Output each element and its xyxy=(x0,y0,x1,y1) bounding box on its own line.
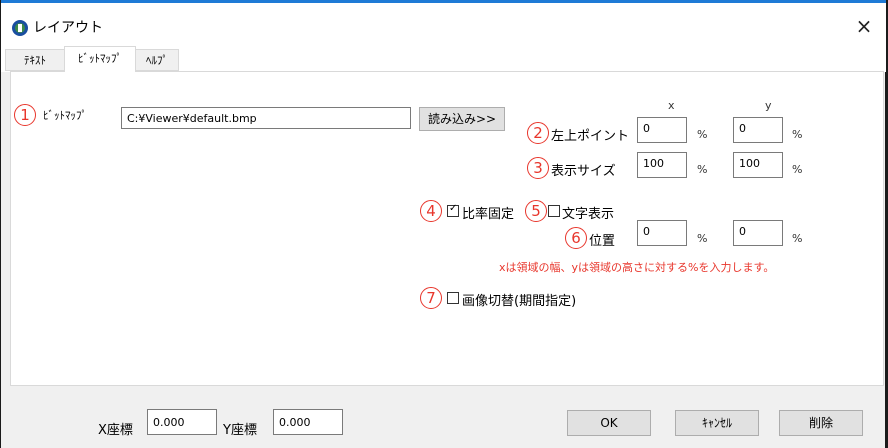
display-size-x-unit: % xyxy=(697,163,708,176)
layout-dialog: レイアウト × ﾃｷｽﾄ ﾋﾞｯﾄﾏｯﾌﾟ ﾍﾙﾌﾟ 1 ﾋﾞｯﾄﾏｯﾌﾟ C:… xyxy=(0,0,886,448)
position-y-unit: % xyxy=(792,232,803,245)
annotation-number-6: 6 xyxy=(565,227,587,249)
bitmap-path-field[interactable]: C:¥Viewer¥default.bmp xyxy=(121,107,411,129)
annotation-number-7: 7 xyxy=(420,287,442,309)
top-left-y-unit: % xyxy=(792,128,803,141)
annotation-number-5: 5 xyxy=(525,200,547,222)
close-icon[interactable]: × xyxy=(849,13,879,39)
display-size-y-unit: % xyxy=(792,163,803,176)
x-coordinate-field[interactable]: 0.000 xyxy=(147,409,217,435)
fixed-ratio-label: 比率固定 xyxy=(462,207,515,222)
display-size-x-field[interactable]: 100 xyxy=(637,152,687,178)
delete-button[interactable]: 削除 xyxy=(779,410,863,436)
top-left-point-label: 左上ポイント xyxy=(551,129,630,144)
window-title: レイアウト xyxy=(33,20,103,36)
image-switch-checkbox[interactable] xyxy=(447,292,459,304)
top-left-y-field[interactable]: 0 xyxy=(733,117,783,143)
text-display-label: 文字表示 xyxy=(562,207,615,222)
tab-help[interactable]: ﾍﾙﾌﾟ xyxy=(135,49,179,71)
position-y-field[interactable]: 0 xyxy=(733,220,783,246)
fixed-ratio-checkbox[interactable]: ✓ xyxy=(447,203,459,217)
display-size-label: 表示サイズ xyxy=(551,164,616,179)
x-coordinate-label: X座標 xyxy=(98,423,133,438)
bitmap-label: ﾋﾞｯﾄﾏｯﾌﾟ xyxy=(43,109,87,122)
top-left-x-unit: % xyxy=(697,128,708,141)
annotation-number-2: 2 xyxy=(527,122,549,144)
position-x-field[interactable]: 0 xyxy=(637,220,687,246)
cancel-button[interactable]: ｷｬﾝｾﾙ xyxy=(675,410,759,436)
annotation-number-1: 1 xyxy=(14,104,36,126)
tab-bitmap[interactable]: ﾋﾞｯﾄﾏｯﾌﾟ xyxy=(64,46,136,72)
column-header-x: x xyxy=(668,99,675,112)
checkmark-icon: ✓ xyxy=(449,203,458,214)
annotation-number-3: 3 xyxy=(527,157,549,179)
y-coordinate-label: Y座標 xyxy=(223,423,257,438)
display-size-y-field[interactable]: 100 xyxy=(733,152,783,178)
text-display-checkbox[interactable] xyxy=(548,205,560,217)
position-label: 位置 xyxy=(589,234,616,249)
column-header-y: y xyxy=(765,99,772,112)
ok-button[interactable]: OK xyxy=(567,410,651,436)
app-logo-icon xyxy=(12,20,28,36)
y-coordinate-field[interactable]: 0.000 xyxy=(273,409,343,435)
annotation-number-4: 4 xyxy=(420,200,442,222)
tab-text[interactable]: ﾃｷｽﾄ xyxy=(5,49,65,71)
top-left-x-field[interactable]: 0 xyxy=(637,117,687,143)
load-button[interactable]: 読み込み>> xyxy=(419,107,505,131)
title-bar[interactable]: レイアウト × xyxy=(1,3,886,44)
position-hint-note: xは領域の幅、yは領域の高さに対する%を入力します。 xyxy=(499,261,775,274)
image-switch-label: 画像切替(期間指定) xyxy=(462,294,577,309)
position-x-unit: % xyxy=(697,232,708,245)
